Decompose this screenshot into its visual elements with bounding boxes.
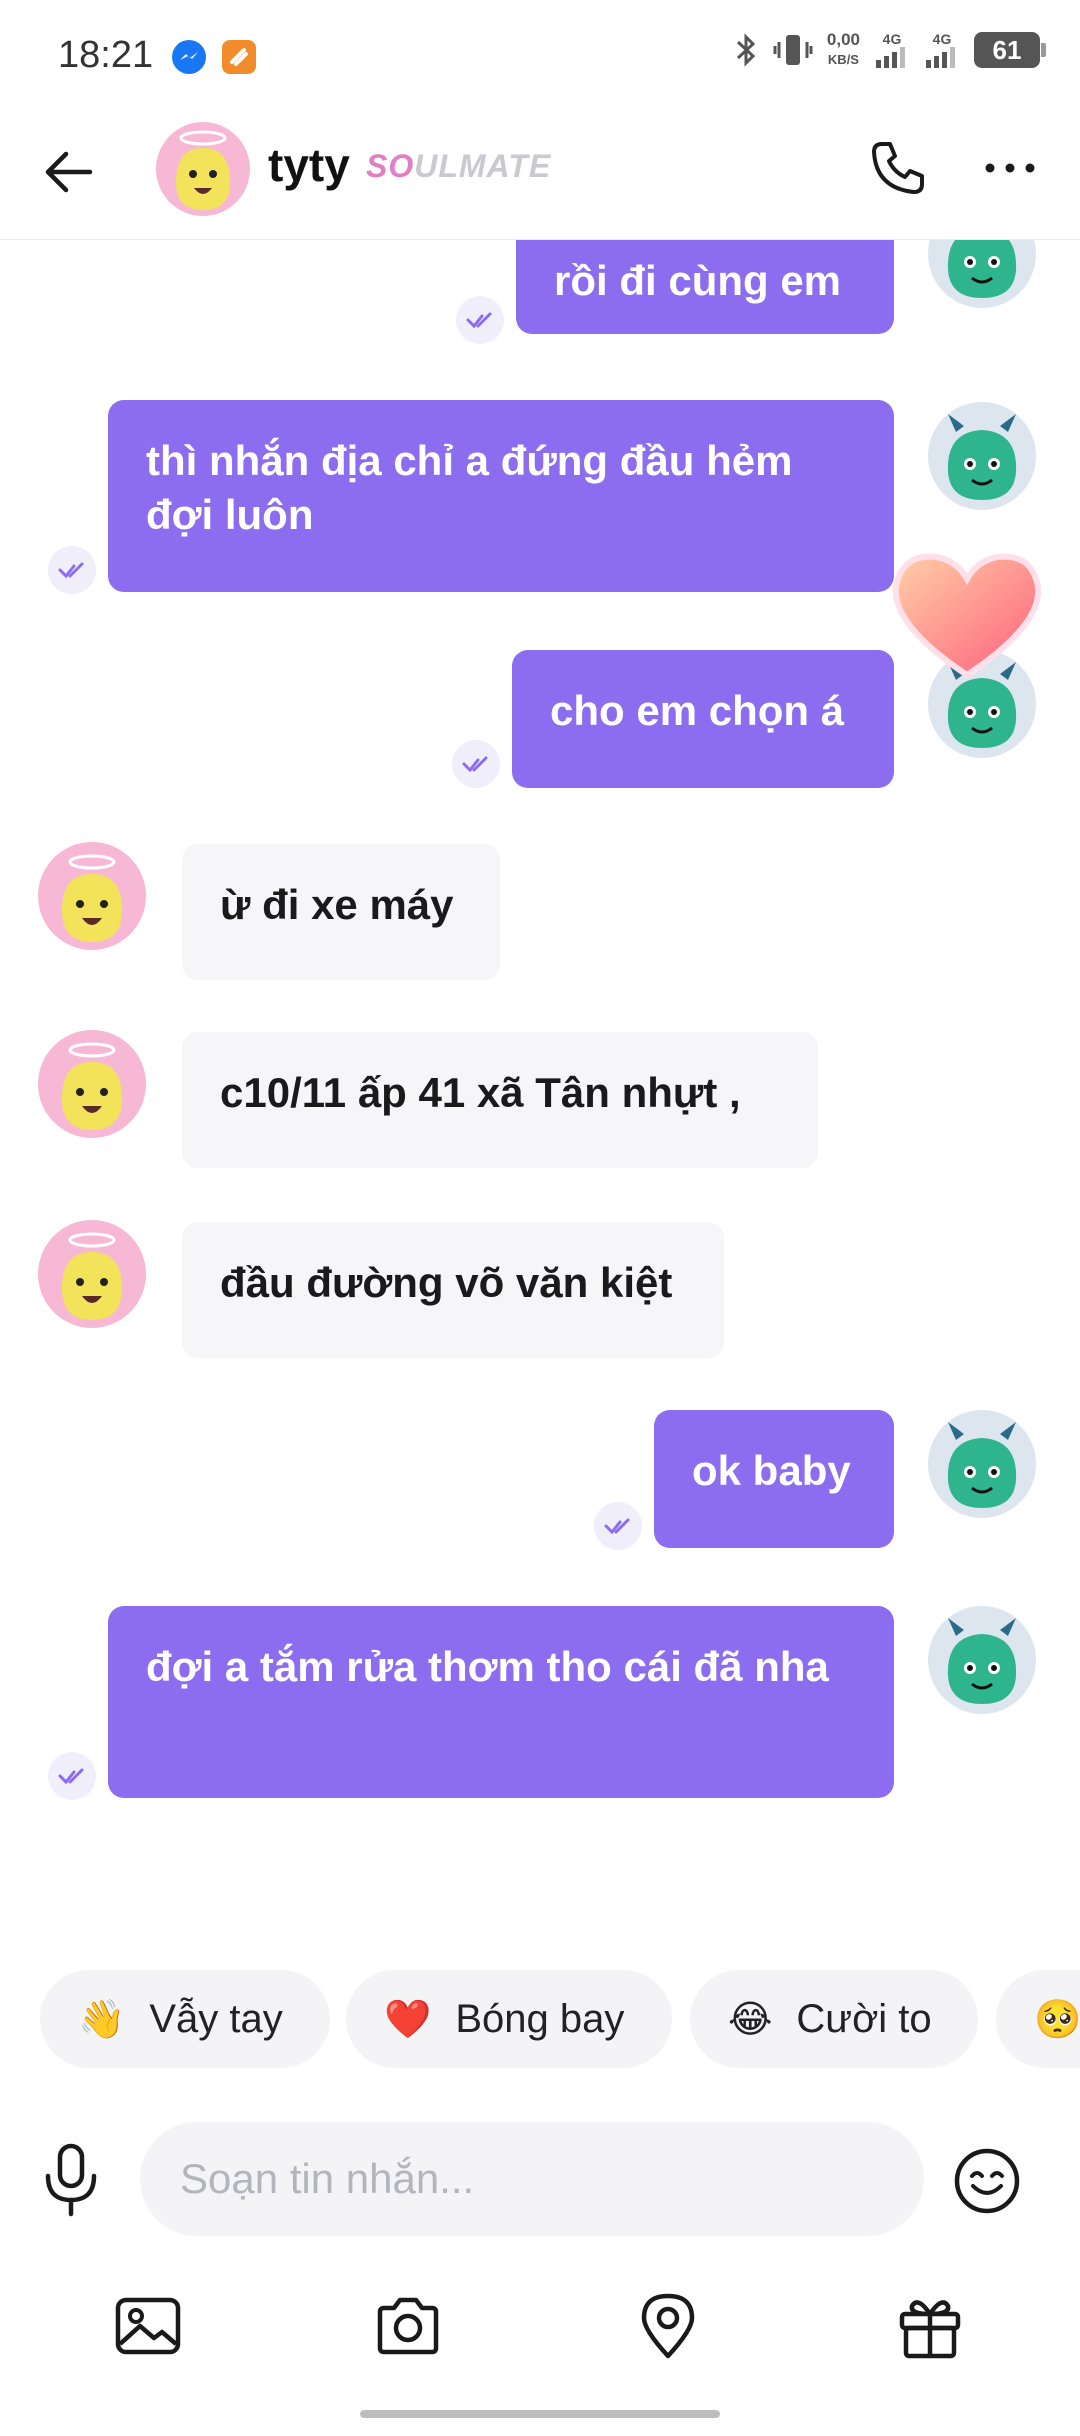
read-receipt-icon	[456, 296, 504, 344]
attachment-toolbar	[0, 2280, 1080, 2380]
message-bubble-outgoing[interactable]: đợi a tắm rửa thơm tho cái đã nha	[108, 1606, 894, 1798]
microphone-icon[interactable]	[36, 2142, 106, 2218]
quick-reply-pleading[interactable]: 🥺	[996, 1970, 1080, 2068]
messenger-icon	[172, 40, 206, 74]
message-text: cho em chọn á	[550, 687, 845, 734]
more-options-icon[interactable]	[978, 136, 1042, 200]
battery-level: 61	[992, 34, 1022, 65]
message-bubble-outgoing[interactable]: rồi đi cùng em	[516, 240, 894, 334]
quick-reply-laugh[interactable]: 😂 Cười to	[690, 1970, 978, 2068]
bluetooth-icon	[736, 33, 756, 67]
message-input[interactable]	[140, 2122, 924, 2236]
message-text: c10/11 ấp 41 xã Tân nhựt ,	[220, 1069, 741, 1116]
badge-part-1: SO	[366, 148, 415, 184]
message-bubble-outgoing[interactable]: thì nhắn địa chỉ a đứng đầu hẻm đợi luôn	[108, 400, 894, 592]
quick-reply-bar[interactable]: 👋 Vẫy tay ❤️ Bóng bay 😂 Cười to 🥺	[0, 1970, 1080, 2070]
laughing-emoji-icon: 😂	[728, 1997, 773, 2041]
vibrate-icon	[773, 35, 813, 65]
contact-avatar[interactable]	[38, 842, 146, 950]
camera-icon[interactable]	[372, 2290, 444, 2362]
message-text: rồi đi cùng em	[554, 257, 842, 304]
message-bubble-outgoing[interactable]: ok baby	[654, 1410, 894, 1548]
pleading-emoji-icon: 🥺	[1034, 1996, 1080, 2041]
quick-reply-label: Bóng bay	[455, 1996, 625, 2041]
signal-bars-icon	[926, 47, 955, 68]
status-time: 18:21	[58, 34, 154, 76]
message-text: ừ đi xe máy	[220, 881, 454, 928]
contact-avatar[interactable]	[38, 1220, 146, 1328]
location-pin-icon[interactable]	[632, 2290, 704, 2362]
message-text: đợi a tắm rửa thơm tho cái đã nha	[146, 1643, 829, 1690]
gift-icon[interactable]	[894, 2290, 966, 2362]
message-bubble-incoming[interactable]: c10/11 ấp 41 xã Tân nhựt ,	[182, 1032, 818, 1168]
contact-name[interactable]: tyty	[268, 138, 350, 192]
quick-reply-label: Vẫy tay	[149, 1996, 283, 2041]
message-text: ok baby	[692, 1447, 851, 1494]
quick-reply-wave[interactable]: 👋 Vẫy tay	[40, 1970, 330, 2068]
message-bubble-incoming[interactable]: ừ đi xe máy	[182, 844, 500, 980]
read-receipt-icon	[594, 1502, 642, 1550]
contact-avatar[interactable]	[156, 122, 250, 216]
chat-header: tyty SOULMATE	[0, 110, 1080, 240]
message-text: đầu đường võ văn kiệt	[220, 1259, 673, 1306]
message-text: thì nhắn địa chỉ a đứng đầu hẻm đợi luôn	[146, 437, 793, 538]
net-type-2: 4G	[932, 31, 952, 47]
read-receipt-icon	[48, 1752, 96, 1800]
back-arrow-icon[interactable]	[38, 140, 102, 204]
signal-bars-icon	[876, 47, 905, 68]
wave-emoji-icon: 👋	[78, 1996, 126, 2041]
network-speed: 0,00 KB/S	[827, 30, 860, 70]
read-receipt-icon	[48, 546, 96, 594]
my-avatar[interactable]	[928, 1606, 1036, 1714]
home-indicator[interactable]	[360, 2410, 720, 2418]
message-bubble-outgoing[interactable]: cho em chọn á	[512, 650, 894, 788]
quick-reply-label: Cười to	[796, 1996, 932, 2041]
heart-effect-icon	[892, 553, 1042, 679]
contact-avatar[interactable]	[38, 1030, 146, 1138]
status-bar: 18:21 0,00 KB/S 4G 4G 61	[0, 0, 1080, 110]
my-avatar[interactable]	[928, 240, 1036, 308]
speed-unit: KB/S	[827, 52, 859, 67]
quick-reply-balloon[interactable]: ❤️ Bóng bay	[346, 1970, 672, 2068]
app-notification-icon	[222, 40, 256, 74]
read-receipt-icon	[452, 740, 500, 788]
badge-part-2: ULMATE	[414, 148, 552, 184]
battery-indicator: 61	[974, 32, 1046, 68]
heart-emoji-icon: ❤️	[384, 1996, 432, 2041]
emoji-picker-icon[interactable]	[952, 2146, 1022, 2216]
signal-1: 4G	[874, 32, 910, 68]
speed-value: 0,00	[826, 30, 860, 49]
message-bubble-incoming[interactable]: đầu đường võ văn kiệt	[182, 1222, 724, 1358]
net-type-1: 4G	[882, 31, 902, 47]
chat-thread[interactable]: rồi đi cùng em thì nhắn địa chỉ a đứng đ…	[0, 240, 1080, 1960]
my-avatar[interactable]	[928, 1410, 1036, 1518]
composer-bar	[0, 2120, 1080, 2240]
gallery-image-icon[interactable]	[112, 2290, 184, 2362]
phone-call-icon[interactable]	[866, 136, 930, 200]
signal-2: 4G	[924, 32, 960, 68]
my-avatar[interactable]	[928, 402, 1036, 510]
soulmate-badge: SOULMATE	[366, 148, 551, 185]
